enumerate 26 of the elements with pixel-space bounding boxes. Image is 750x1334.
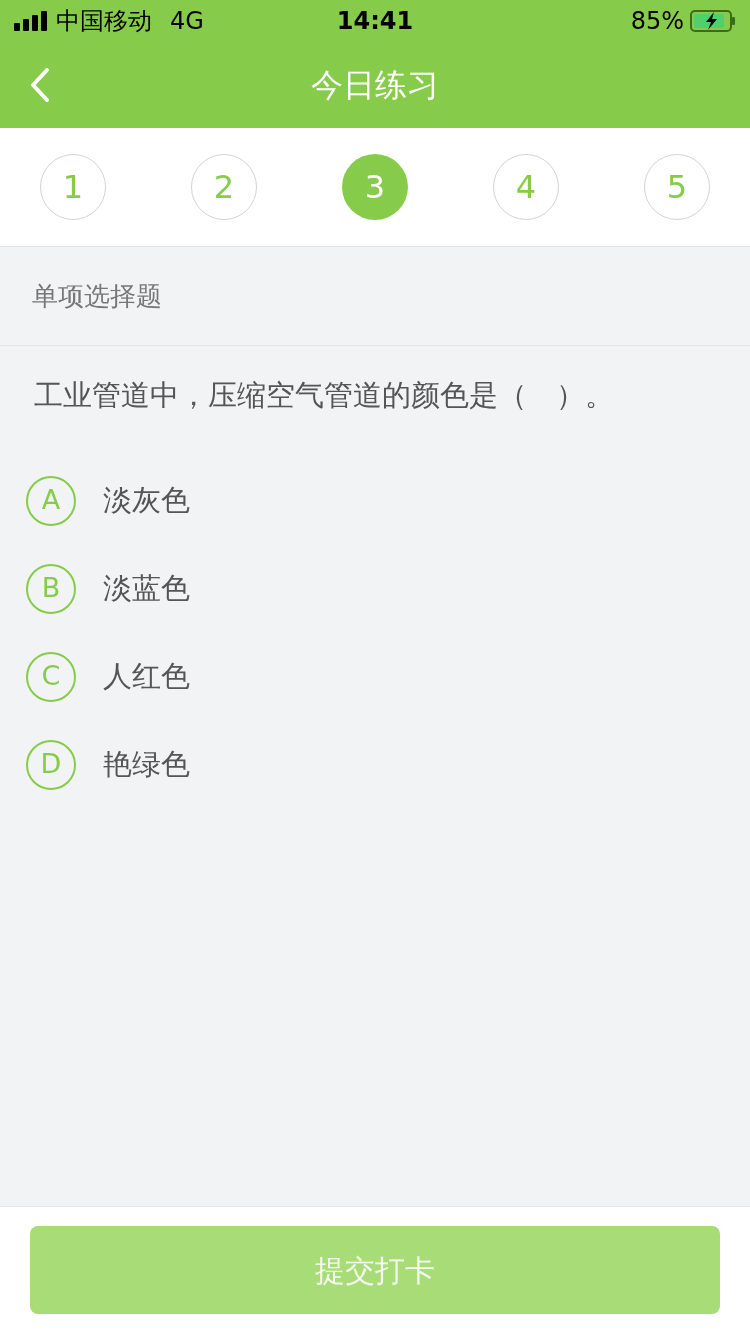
question-number-tab[interactable]: 2	[191, 154, 257, 220]
option-letter: A	[26, 475, 76, 526]
option-text: 淡灰色	[103, 481, 190, 519]
question-type: 单项选择题	[32, 279, 162, 313]
answer-option[interactable]: A 淡灰色	[26, 475, 724, 526]
question-number-tab[interactable]: 3	[342, 154, 408, 220]
question-number-tab[interactable]: 5	[644, 154, 710, 220]
option-text: 艳绿色	[103, 745, 190, 783]
answer-option[interactable]: D 艳绿色	[26, 739, 724, 790]
status-time: 14:41	[336, 6, 414, 37]
signal-icon	[14, 11, 48, 31]
option-letter: C	[26, 651, 76, 702]
page-title: 今日练习	[311, 65, 439, 106]
option-letter: B	[26, 563, 76, 614]
answer-option[interactable]: B 淡蓝色	[26, 563, 724, 614]
question-number-tab[interactable]: 4	[493, 154, 559, 220]
network-type: 4G	[170, 6, 204, 37]
option-text: 人红色	[103, 657, 190, 695]
question-number-tab[interactable]: 1	[40, 154, 106, 220]
answer-option[interactable]: C 人红色	[26, 651, 724, 702]
carrier-name: 中国移动	[56, 6, 152, 37]
question-text: 工业管道中，压缩空气管道的颜色是（ ）。	[34, 378, 614, 412]
option-text: 淡蓝色	[103, 569, 190, 607]
option-letter: D	[26, 739, 76, 790]
battery-percent: 85%	[630, 6, 684, 37]
back-icon	[30, 68, 50, 102]
